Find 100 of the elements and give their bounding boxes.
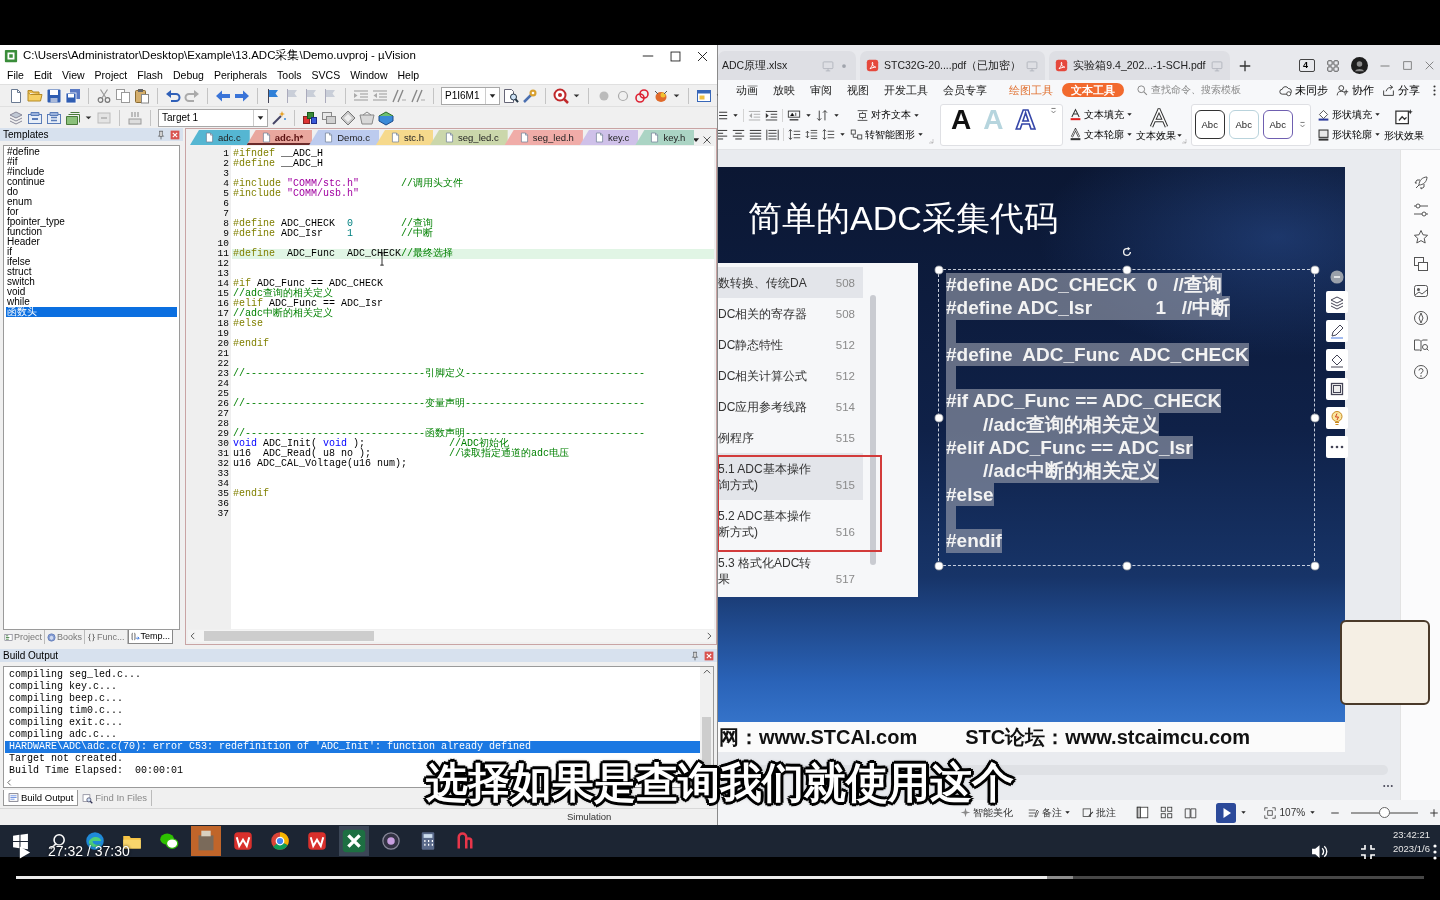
menu-item[interactable]: Debug: [167, 69, 209, 82]
ribbon-tab[interactable]: 审阅: [810, 83, 832, 97]
resize-handle[interactable]: [934, 413, 944, 423]
resize-handle[interactable]: [934, 561, 944, 571]
template-item[interactable]: while: [6, 297, 177, 307]
template-item[interactable]: #define: [6, 147, 177, 157]
caret-icon[interactable]: [1309, 809, 1317, 816]
bookmark-entry[interactable]: DC静态特性 512: [718, 329, 863, 360]
menu-item[interactable]: SVCS: [306, 69, 346, 82]
text-outline-button[interactable]: 文本轮廓: [1068, 128, 1133, 141]
text-style-option[interactable]: A: [1015, 104, 1036, 145]
file-tab[interactable]: stc.h: [375, 130, 434, 145]
volume-icon[interactable]: [1311, 843, 1328, 860]
align-text-button[interactable]: 对齐文本: [856, 108, 920, 122]
more-icon[interactable]: [1326, 436, 1348, 458]
copy-icon[interactable]: [115, 87, 131, 104]
shape-fill-button[interactable]: 形状填充: [1316, 108, 1381, 121]
window-count[interactable]: 4: [1299, 59, 1315, 72]
output-line[interactable]: compiling tim0.c...: [5, 705, 700, 717]
caret-icon[interactable]: [833, 111, 840, 119]
panel-tab[interactable]: Build Output: [3, 790, 79, 806]
justify-icon[interactable]: [749, 128, 762, 141]
file-tab[interactable]: seg_led.h: [504, 130, 583, 145]
resize-handle[interactable]: [934, 265, 944, 275]
pin-icon[interactable]: [690, 650, 700, 661]
slider-thumb[interactable]: [1378, 806, 1390, 818]
normal-view-icon[interactable]: [1135, 806, 1149, 819]
progress-track[interactable]: [16, 876, 1424, 879]
document-tab[interactable]: 实验箱9.4_202...-1-SCH.pdf: [1049, 51, 1230, 80]
menu-item[interactable]: Window: [345, 69, 393, 82]
cross-app-icon[interactable]: [338, 826, 369, 856]
books-icon[interactable]: [378, 109, 394, 126]
template-item[interactable]: 函数头: [6, 307, 177, 317]
menu-item[interactable]: Peripherals: [208, 69, 273, 82]
caret-icon[interactable]: [805, 111, 812, 119]
find-in-files-icon[interactable]: [503, 87, 520, 104]
file-tab[interactable]: seg_led.c: [430, 130, 508, 145]
comments-button[interactable]: 批注: [1081, 806, 1116, 819]
notes-button[interactable]: 备注: [1028, 806, 1072, 819]
template-item[interactable]: #include: [6, 167, 177, 177]
share-button[interactable]: 分享: [1382, 83, 1420, 97]
floppy-disks-icon[interactable]: [65, 87, 81, 104]
template-item[interactable]: fpointer_type: [6, 217, 177, 227]
beautify-button[interactable]: 智能美化: [960, 806, 1013, 819]
more-icon[interactable]: [1433, 844, 1437, 860]
file-tab[interactable]: key.c: [579, 130, 639, 145]
resize-handle[interactable]: [1122, 265, 1132, 275]
frame-icon[interactable]: [1326, 378, 1348, 400]
menu-item[interactable]: View: [57, 69, 90, 82]
ribbon-tab[interactable]: 开发工具: [884, 83, 928, 97]
compass-icon[interactable]: [1412, 310, 1429, 326]
maximize-icon[interactable]: [669, 49, 682, 63]
play-icon[interactable]: [17, 845, 32, 860]
ribbon-tab[interactable]: 会员专享: [943, 83, 987, 97]
line-spacing-icon[interactable]: [788, 128, 801, 141]
flag-icon[interactable]: [265, 87, 281, 104]
grid-icon[interactable]: [1326, 58, 1340, 73]
sliders-icon[interactable]: [1412, 202, 1429, 218]
horizontal-scrollbar[interactable]: [188, 630, 714, 642]
magnifier-icon[interactable]: [553, 87, 570, 104]
panel-tab[interactable]: Project: [2, 630, 45, 644]
line-spacing-icon[interactable]: [822, 128, 835, 141]
caret-icon[interactable]: [732, 111, 739, 119]
panel-tab[interactable]: Temp...: [127, 630, 174, 644]
template-item[interactable]: ifelse: [6, 257, 177, 267]
collaborate-button[interactable]: 协作: [1336, 83, 1374, 97]
caret-icon[interactable]: [84, 113, 93, 122]
menu-item[interactable]: Edit: [28, 69, 57, 82]
panel-tab[interactable]: Func...: [85, 630, 128, 644]
bookmark-entry[interactable]: 例程序 515: [718, 422, 863, 453]
template-item[interactable]: struct: [6, 267, 177, 277]
align-left-icon[interactable]: [718, 128, 728, 141]
diamond-icon[interactable]: [340, 109, 356, 126]
menu-item[interactable]: Flash: [132, 69, 168, 82]
zigzag-app-icon[interactable]: [232, 831, 253, 851]
rocket-icon[interactable]: [1412, 175, 1429, 191]
layers-icon[interactable]: [1326, 291, 1348, 313]
text-style-option[interactable]: A: [951, 104, 972, 145]
undo-icon[interactable]: [165, 87, 181, 104]
bulb-icon[interactable]: [1326, 407, 1348, 429]
menu-item[interactable]: Tools: [272, 69, 307, 82]
text-direction-icon[interactable]: [787, 108, 801, 122]
chat-icon[interactable]: [158, 831, 179, 851]
template-item[interactable]: void: [6, 287, 177, 297]
help-icon[interactable]: [1412, 364, 1429, 380]
clipboard-icon[interactable]: [134, 87, 150, 104]
output-line[interactable]: compiling key.c...: [5, 681, 700, 693]
disc-icon[interactable]: [380, 831, 401, 851]
ribbon-tab[interactable]: 放映: [773, 83, 795, 97]
bookmark-entry[interactable]: DC相关的寄存器 508: [718, 298, 863, 329]
shape-style-option[interactable]: Abc: [1262, 110, 1293, 139]
new-tab-icon[interactable]: [1237, 58, 1252, 73]
template-item[interactable]: switch: [6, 277, 177, 287]
paragraph-spacing-icon[interactable]: [805, 128, 818, 141]
template-item[interactable]: function: [6, 227, 177, 237]
caret-icon[interactable]: [672, 91, 682, 100]
avatar-icon[interactable]: [1351, 57, 1368, 74]
fit-icon[interactable]: [1263, 806, 1276, 819]
menu-item[interactable]: File: [2, 69, 29, 82]
ribbon-tab[interactable]: 视图: [847, 83, 869, 97]
